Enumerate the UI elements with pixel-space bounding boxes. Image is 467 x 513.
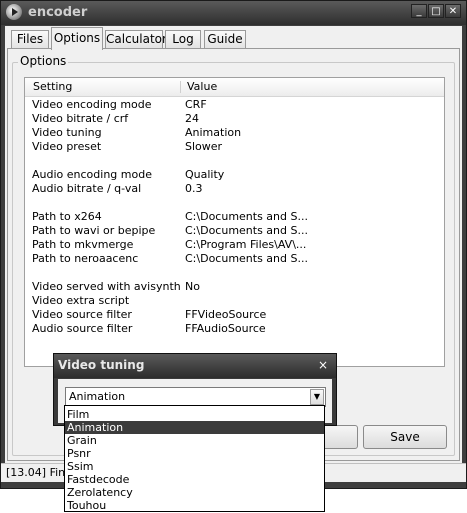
close-icon[interactable]: × [318, 358, 328, 372]
setting-value: 24 [185, 112, 199, 125]
options-group-label: Options [18, 54, 69, 68]
tab-calculator[interactable]: Calculator [105, 30, 167, 49]
list-item[interactable]: Path to mkvmerge C:\Program Files\AV\... [25, 238, 448, 252]
setting-value: FFVideoSource [185, 308, 267, 321]
dropdown-option[interactable]: Psnr [65, 447, 324, 460]
settings-list[interactable]: Setting Value Video encoding mode CRF Vid… [24, 77, 445, 367]
setting-name: Video tuning [32, 126, 102, 139]
list-item[interactable]: Audio encoding mode Quality [25, 168, 448, 182]
setting-name: Path to wavi or bepipe [32, 224, 156, 237]
setting-value: Animation [185, 126, 242, 139]
list-item[interactable]: Video tuning Animation [25, 126, 448, 140]
list-item[interactable]: Path to neroaacenc C:\Documents and S... [25, 252, 448, 266]
setting-name: Path to neroaacenc [32, 252, 139, 265]
title-bar[interactable]: encoder _ □ ✕ [1, 1, 466, 25]
list-item[interactable]: Audio source filter FFAudioSource [25, 322, 448, 336]
setting-value: CRF [185, 98, 207, 111]
setting-name: Audio source filter [32, 322, 133, 335]
setting-name: Video encoding mode [32, 98, 152, 111]
dialog-title-bar[interactable]: Video tuning × [54, 354, 336, 378]
list-item[interactable]: Video preset Slower [25, 140, 448, 154]
setting-name: Video preset [32, 140, 102, 153]
list-header: Setting Value [25, 78, 444, 97]
window-title: encoder [28, 5, 88, 20]
combo-selected-value: Animation [69, 390, 126, 403]
list-item[interactable]: Video served with avisynth No [25, 280, 448, 294]
setting-name: Audio encoding mode [32, 168, 152, 181]
tuning-dropdown-list[interactable]: Film Animation Grain Psnr Ssim Fastdecod… [64, 405, 325, 512]
setting-name: Video bitrate / crf [32, 112, 129, 125]
close-button[interactable]: ✕ [445, 4, 461, 18]
save-button[interactable]: Save [363, 425, 447, 449]
setting-value: C:\Documents and S... [185, 224, 308, 237]
list-item[interactable]: Video bitrate / crf 24 [25, 112, 448, 126]
dropdown-option[interactable]: Film [65, 408, 324, 421]
tab-log[interactable]: Log [165, 30, 201, 49]
dropdown-option[interactable]: Fastdecode [65, 473, 324, 486]
minimize-button[interactable]: _ [411, 4, 427, 18]
setting-name: Audio bitrate / q-val [32, 182, 142, 195]
dropdown-option[interactable]: Ssim [65, 460, 324, 473]
list-item[interactable]: Path to x264 C:\Documents and S... [25, 210, 448, 224]
setting-name: Path to x264 [32, 210, 102, 223]
dropdown-option[interactable]: Zerolatency [65, 486, 324, 499]
list-item[interactable]: Video encoding mode CRF [25, 98, 448, 112]
app-icon [6, 4, 22, 20]
setting-name: Video source filter [32, 308, 132, 321]
tab-files[interactable]: Files [11, 30, 49, 49]
setting-value: No [185, 280, 200, 293]
tuning-combobox[interactable]: Animation ▼ [65, 387, 326, 407]
chevron-down-icon[interactable]: ▼ [310, 389, 324, 405]
list-item[interactable]: Video source filter FFVideoSource [25, 308, 448, 322]
dropdown-option-selected[interactable]: Animation [65, 421, 324, 434]
column-setting[interactable]: Setting [33, 80, 72, 93]
setting-name: Video extra script [32, 294, 130, 307]
tab-options[interactable]: Options [51, 27, 103, 50]
dialog-title: Video tuning [58, 358, 145, 372]
tab-guide[interactable]: Guide [204, 30, 246, 49]
setting-value: 0.3 [185, 182, 203, 195]
setting-value: Quality [185, 168, 225, 181]
setting-value: C:\Documents and S... [185, 210, 308, 223]
setting-value: Slower [185, 140, 223, 153]
setting-value: C:\Documents and S... [185, 252, 308, 265]
maximize-button[interactable]: □ [428, 4, 444, 18]
setting-name: Path to mkvmerge [32, 238, 134, 251]
column-value[interactable]: Value [187, 80, 217, 93]
dropdown-option[interactable]: Grain [65, 434, 324, 447]
column-separator[interactable] [180, 81, 181, 93]
dropdown-option[interactable]: Touhou [65, 499, 324, 512]
list-item[interactable]: Video extra script [25, 294, 448, 308]
list-item[interactable]: Audio bitrate / q-val 0.3 [25, 182, 448, 196]
list-item[interactable]: Path to wavi or bepipe C:\Documents and S… [25, 224, 448, 238]
setting-value: C:\Program Files\AV\... [185, 238, 307, 251]
setting-name: Video served with avisynth [32, 280, 181, 293]
setting-value: FFAudioSource [185, 322, 266, 335]
